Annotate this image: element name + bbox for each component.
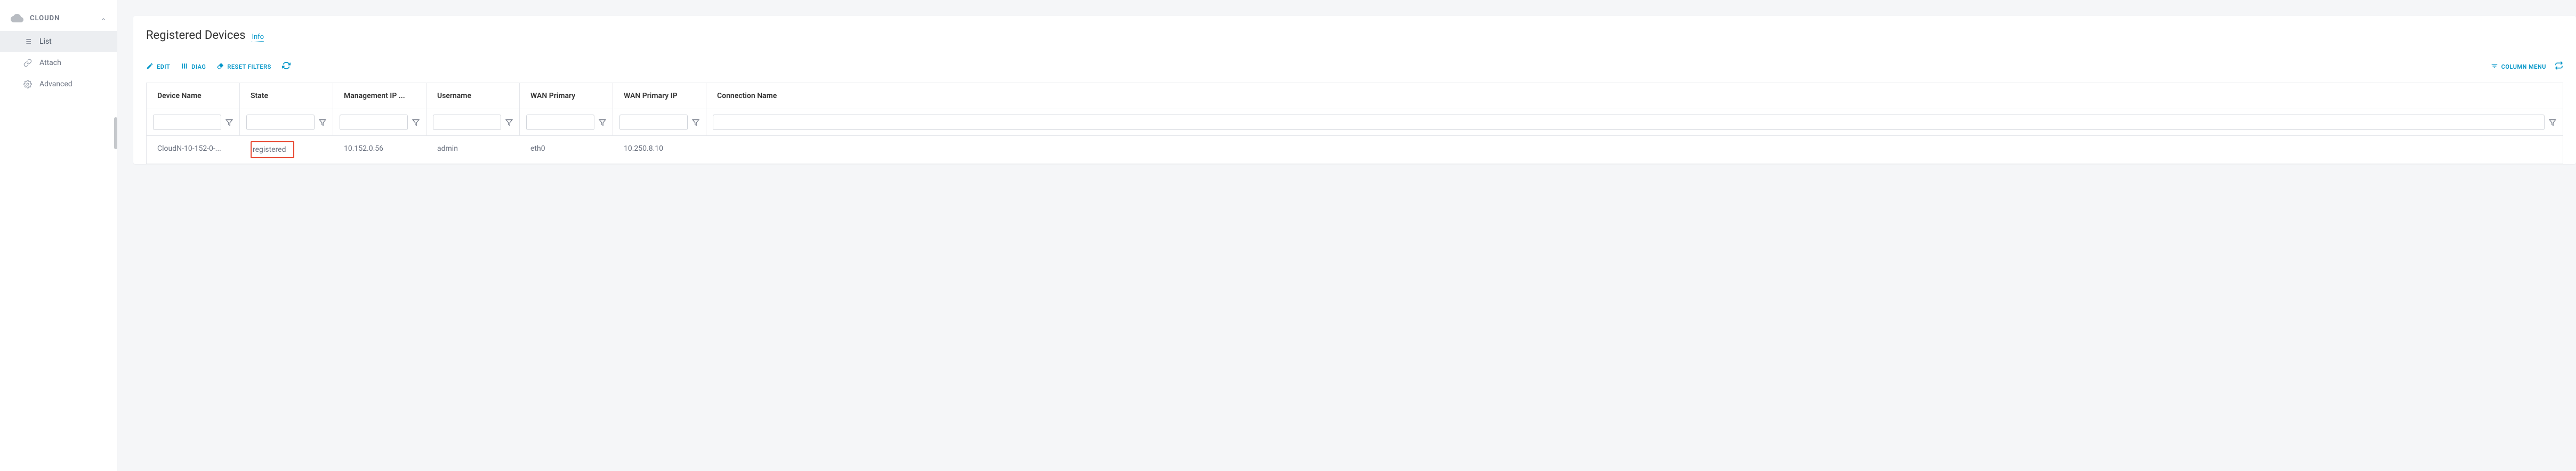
toolbar-label: EDIT <box>157 63 170 70</box>
eraser-icon <box>216 62 224 71</box>
cell-connection-name <box>706 136 2563 164</box>
toolbar-label: RESET FILTERS <box>227 63 271 70</box>
sidebar-item-advanced[interactable]: Advanced <box>0 74 117 95</box>
info-link[interactable]: Info <box>252 33 264 42</box>
content-card: Registered Devices Info EDIT <box>133 16 2576 164</box>
column-header-device-name[interactable]: Device Name <box>147 83 240 109</box>
swap-columns-button[interactable] <box>2555 61 2563 72</box>
cell-device-name: CloudN-10-152-0-... <box>147 136 240 164</box>
funnel-icon[interactable] <box>599 119 606 126</box>
funnel-icon[interactable] <box>692 119 699 126</box>
cell-wan-primary-ip: 10.250.8.10 <box>613 136 706 164</box>
column-header-state[interactable]: State <box>240 83 333 109</box>
diag-icon <box>181 62 188 71</box>
column-header-connection-name[interactable]: Connection Name <box>706 83 2563 109</box>
column-header-wan-primary-ip[interactable]: WAN Primary IP <box>613 83 706 109</box>
page-title: Registered Devices <box>146 29 245 42</box>
column-menu-button[interactable]: COLUMN MENU <box>2491 62 2546 71</box>
cloud-icon <box>11 12 23 25</box>
funnel-icon[interactable] <box>505 119 513 126</box>
attach-icon <box>23 59 32 67</box>
column-header-management-ip[interactable]: Management IP ... <box>333 83 426 109</box>
table-header-row: Device Name State Management IP ... User… <box>147 83 2563 109</box>
toolbar-label: DIAG <box>191 63 206 70</box>
sidebar-item-attach[interactable]: Attach <box>0 52 117 74</box>
funnel-icon[interactable] <box>412 119 420 126</box>
reset-filters-button[interactable]: RESET FILTERS <box>216 62 271 71</box>
diag-button[interactable]: DIAG <box>181 62 206 71</box>
devices-table: Device Name State Management IP ... User… <box>146 83 2563 164</box>
cell-username: admin <box>426 136 520 164</box>
sidebar-section-cloudn[interactable]: CLOUDN <box>0 5 117 31</box>
filter-input-management-ip[interactable] <box>340 115 408 130</box>
funnel-icon[interactable] <box>226 119 233 126</box>
scrollbar-thumb[interactable] <box>114 117 117 149</box>
funnel-icon[interactable] <box>319 119 326 126</box>
sidebar-item-label: Advanced <box>39 80 73 88</box>
refresh-icon <box>282 61 291 72</box>
filter-input-username[interactable] <box>433 115 501 130</box>
state-badge: registered <box>251 141 294 158</box>
funnel-icon[interactable] <box>2549 119 2556 126</box>
filter-input-state[interactable] <box>246 115 315 130</box>
toolbar: EDIT DIAG RESET FILTERS <box>133 55 2576 78</box>
edit-button[interactable]: EDIT <box>146 62 170 71</box>
toolbar-label: COLUMN MENU <box>2501 63 2546 70</box>
table-row[interactable]: CloudN-10-152-0-... registered 10.152.0.… <box>147 136 2563 164</box>
filter-input-device-name[interactable] <box>153 115 221 130</box>
sidebar-item-label: List <box>39 37 52 46</box>
page-header: Registered Devices Info <box>133 29 2576 55</box>
filter-input-wan-primary-ip[interactable] <box>619 115 688 130</box>
sidebar-header-label: CLOUDN <box>30 14 101 22</box>
cell-state: registered <box>240 136 333 164</box>
refresh-button[interactable] <box>282 61 291 72</box>
table-filter-row <box>147 109 2563 136</box>
sidebar: CLOUDN List Attach Advanced <box>0 0 117 471</box>
funnel-icon <box>2491 62 2498 71</box>
cell-management-ip: 10.152.0.56 <box>333 136 426 164</box>
pencil-icon <box>146 62 154 71</box>
cell-wan-primary: eth0 <box>520 136 613 164</box>
column-header-wan-primary[interactable]: WAN Primary <box>520 83 613 109</box>
list-icon <box>23 37 32 46</box>
column-header-username[interactable]: Username <box>426 83 520 109</box>
sidebar-item-label: Attach <box>39 59 61 67</box>
gear-icon <box>23 80 32 88</box>
swap-icon <box>2555 61 2563 72</box>
sidebar-item-list[interactable]: List <box>0 31 117 52</box>
chevron-up-icon <box>101 15 106 21</box>
filter-input-connection-name[interactable] <box>713 115 2545 130</box>
filter-input-wan-primary[interactable] <box>526 115 594 130</box>
main-content: Registered Devices Info EDIT <box>117 0 2576 471</box>
